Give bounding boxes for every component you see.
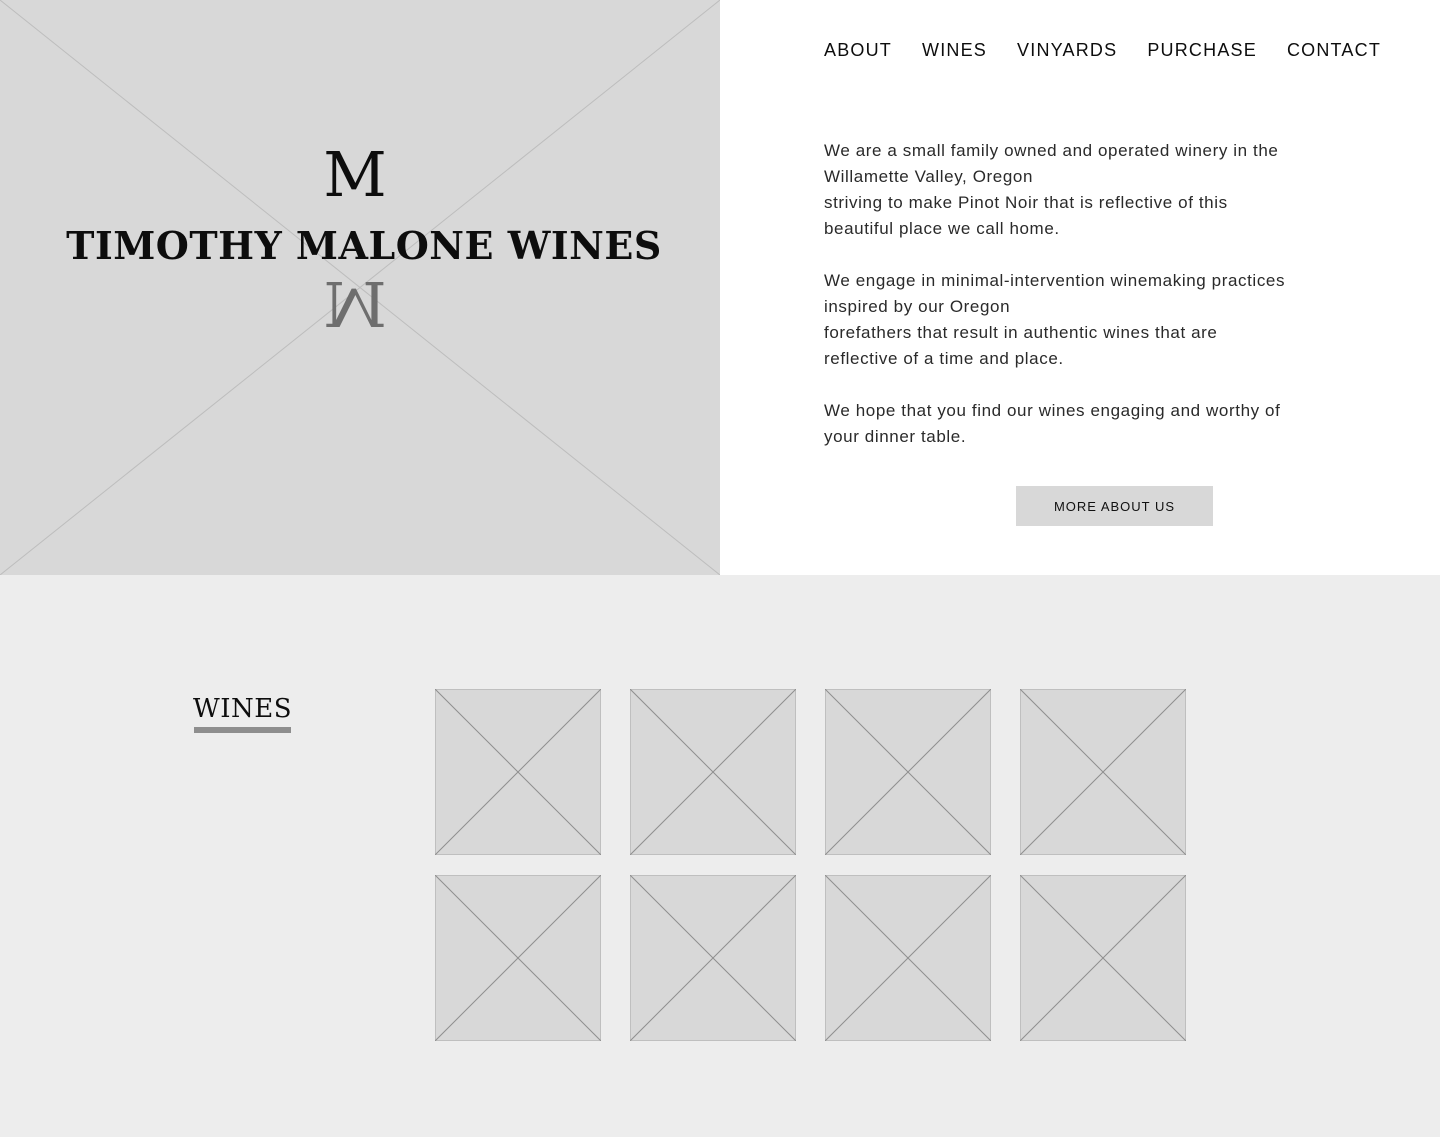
image-placeholder-icon: [1020, 689, 1186, 855]
wine-tile[interactable]: [825, 689, 991, 855]
intro-line: We engage in minimal-intervention winema…: [824, 271, 1286, 290]
nav-item-wines[interactable]: WINES: [922, 38, 987, 62]
wine-tile[interactable]: [1020, 875, 1186, 1041]
intro-line: beautiful place we call home.: [824, 219, 1060, 238]
wine-tile[interactable]: [825, 875, 991, 1041]
image-placeholder-icon: [435, 875, 601, 1041]
intro-line: reflective of a time and place.: [824, 349, 1064, 368]
intro-line: We hope that you find our wines engaging…: [824, 401, 1281, 420]
wines-heading-underline: [194, 727, 291, 733]
wine-tile[interactable]: [435, 689, 601, 855]
intro-line: inspired by our Oregon: [824, 297, 1011, 316]
wine-grid: [435, 689, 1186, 1041]
image-placeholder-icon: [825, 689, 991, 855]
wines-heading: WINES: [193, 694, 293, 724]
wine-tile[interactable]: [1020, 689, 1186, 855]
intro-paragraph: We engage in minimal-intervention winema…: [824, 268, 1324, 372]
nav-item-vinyards[interactable]: VINYARDS: [1017, 38, 1117, 62]
intro-line: We are a small family owned and operated…: [824, 141, 1279, 160]
intro-text: We are a small family owned and operated…: [824, 138, 1324, 476]
intro-line: forefathers that result in authentic win…: [824, 323, 1218, 342]
image-placeholder-icon: [630, 875, 796, 1041]
main-nav: ABOUT WINES VINYARDS PURCHASE CONTACT: [824, 38, 1381, 62]
wines-section: WINES: [0, 575, 1440, 1137]
nav-item-contact[interactable]: CONTACT: [1287, 38, 1381, 62]
intro-line: your dinner table.: [824, 427, 967, 446]
intro-paragraph: We are a small family owned and operated…: [824, 138, 1324, 242]
intro-line: Willamette Valley, Oregon: [824, 167, 1033, 186]
nav-item-purchase[interactable]: PURCHASE: [1147, 38, 1257, 62]
logo-monogram-reflection: M: [323, 267, 387, 340]
image-placeholder-icon: [825, 875, 991, 1041]
hero-image-placeholder: M TIMOTHY MALONE WINES M: [0, 0, 720, 575]
intro-paragraph: We hope that you find our wines engaging…: [824, 398, 1324, 450]
image-placeholder-icon: [630, 689, 796, 855]
wine-tile[interactable]: [630, 875, 796, 1041]
wine-tile[interactable]: [435, 875, 601, 1041]
wine-tile[interactable]: [630, 689, 796, 855]
more-about-us-button[interactable]: MORE ABOUT US: [1016, 486, 1213, 526]
page: M TIMOTHY MALONE WINES M ABOUT WINES VIN…: [0, 0, 1440, 1137]
image-placeholder-icon: [435, 689, 601, 855]
intro-line: striving to make Pinot Noir that is refl…: [824, 193, 1228, 212]
image-placeholder-icon: [1020, 875, 1186, 1041]
brand-title: TIMOTHY MALONE WINES: [66, 223, 662, 268]
logo-monogram: M: [323, 138, 387, 211]
nav-item-about[interactable]: ABOUT: [824, 38, 892, 62]
